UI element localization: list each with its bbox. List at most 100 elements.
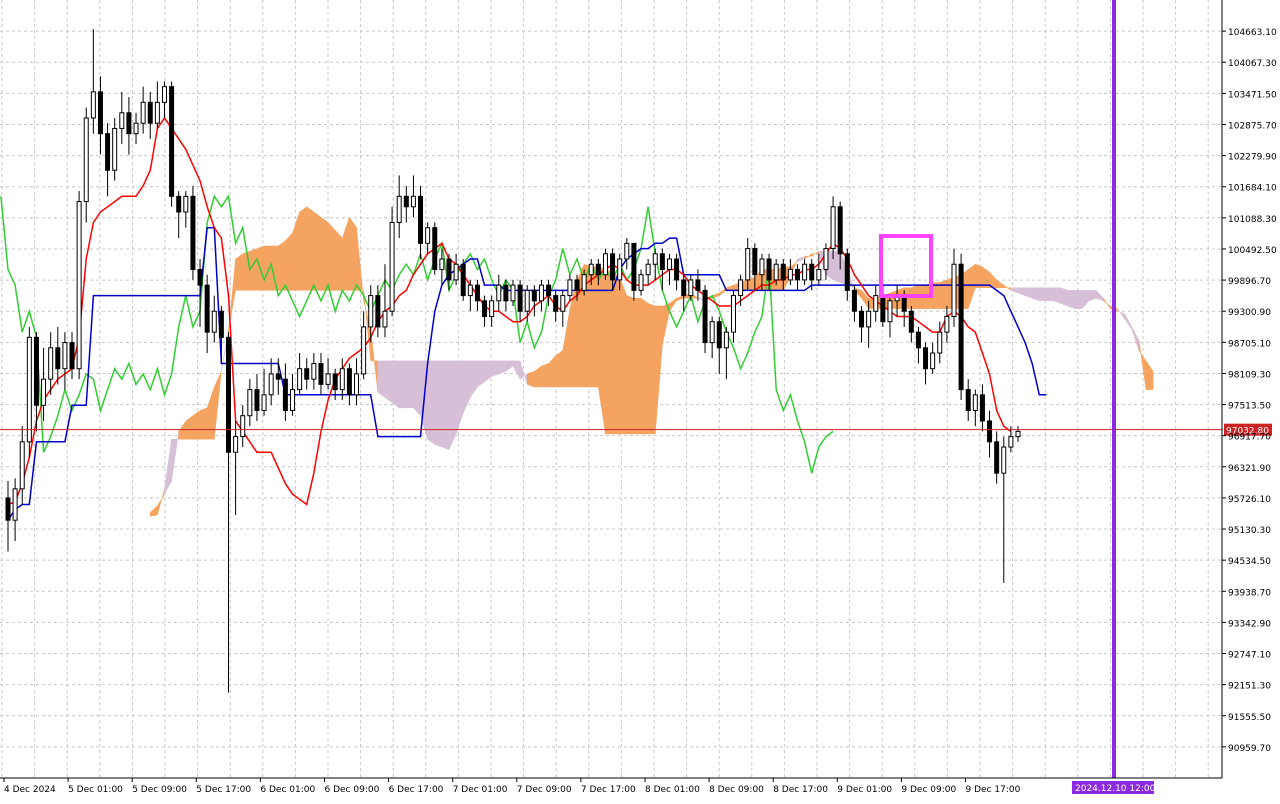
candle-body — [62, 342, 68, 370]
candle-body — [112, 127, 118, 171]
candle-body — [503, 284, 509, 302]
candle-body — [524, 289, 530, 312]
cloud-segment — [633, 297, 642, 435]
cloud-segment — [427, 360, 436, 445]
y-tick-label: 99896.70 — [1228, 277, 1271, 287]
y-tick-label: 93938.70 — [1228, 588, 1271, 598]
candle-body — [325, 373, 331, 385]
candle-body — [773, 263, 779, 281]
candle-body — [460, 263, 466, 297]
candle-body — [48, 347, 54, 380]
candle — [702, 285, 708, 354]
candle-body — [930, 352, 936, 370]
candle-body — [474, 284, 480, 302]
candle-body — [738, 279, 744, 297]
candle-body — [97, 91, 103, 135]
candle-body — [923, 347, 929, 370]
candle-body — [994, 441, 1000, 474]
y-tick-label: 99300.90 — [1228, 308, 1271, 318]
candle-body — [908, 310, 914, 333]
candle — [190, 185, 196, 280]
candle-body — [361, 326, 367, 375]
candle-body — [951, 263, 957, 317]
y-tick-label: 101684.10 — [1228, 184, 1277, 194]
candle-body — [538, 284, 544, 302]
cloud-segment — [526, 370, 535, 388]
candle-body — [937, 331, 943, 354]
candle-body — [965, 389, 971, 411]
candle-body — [567, 279, 573, 297]
cloud-segment — [242, 250, 251, 291]
cloud-segment — [285, 232, 293, 291]
cloud-segment — [541, 363, 549, 388]
candle-body — [55, 347, 61, 370]
y-tick-label: 98109.30 — [1228, 370, 1271, 380]
candle-body — [247, 389, 253, 417]
candle-body — [375, 295, 381, 328]
candle — [26, 326, 32, 458]
candle-body — [154, 101, 160, 124]
x-tick-label: 5 Dec 01:00 — [68, 785, 123, 795]
candle-body — [425, 227, 431, 244]
y-tick-label: 92151.30 — [1228, 682, 1271, 692]
candle — [432, 222, 438, 275]
price-chart[interactable]: 97032.802024.12.10 12:00 104663.10104067… — [0, 0, 1280, 800]
candle-body — [987, 420, 993, 443]
cloud-segment — [391, 360, 400, 409]
candle-body — [268, 373, 274, 396]
candle-body — [851, 289, 857, 312]
cloud-segment — [1060, 287, 1069, 307]
candle-body — [140, 101, 146, 124]
x-tick-label: 9 Dec 01:00 — [837, 785, 892, 795]
x-tick-label: 8 Dec 09:00 — [709, 785, 764, 795]
chart-container[interactable]: 97032.80 2024.12.10 12:00 104663.10 104067… — [0, 0, 1280, 800]
x-tick-label: 9 Dec 09:00 — [901, 785, 956, 795]
candle-body — [346, 368, 352, 396]
cloud-segment — [619, 277, 628, 435]
cloud-segment — [612, 271, 620, 435]
candle-body — [638, 274, 644, 291]
y-tick-label: 101088.30 — [1228, 215, 1277, 225]
y-tick-label: 92747.10 — [1228, 651, 1271, 661]
candle-body — [403, 195, 409, 208]
cloud-segment — [626, 295, 635, 435]
candle-body — [105, 133, 111, 171]
cloud-segment — [413, 360, 421, 417]
candle-body — [261, 394, 267, 411]
x-tick-label: 6 Dec 09:00 — [325, 785, 380, 795]
candle — [169, 81, 175, 207]
candle-body — [126, 112, 132, 135]
cloud-segment — [448, 360, 457, 450]
candle-body — [432, 227, 438, 270]
candle-body — [531, 289, 537, 302]
candle — [389, 206, 395, 317]
candle-body — [944, 315, 950, 333]
cloud-segment — [1067, 290, 1076, 309]
cloud-segment — [334, 229, 343, 291]
candle-body — [759, 258, 765, 276]
candle-body — [282, 378, 288, 411]
candle-body — [354, 373, 360, 396]
cloud-segment — [406, 360, 414, 409]
y-tick-label: 103471.50 — [1228, 90, 1277, 100]
cloud-segment — [1053, 287, 1061, 304]
candle — [958, 253, 964, 401]
cloud-segment — [441, 360, 450, 451]
cloud-segment — [235, 253, 243, 291]
x-tick-label: 5 Dec 17:00 — [196, 785, 251, 795]
future-time-label: 2024.12.10 12:00 — [1075, 784, 1156, 794]
candle-body — [12, 488, 18, 521]
candle-body — [83, 117, 89, 203]
candle-body — [389, 221, 395, 312]
x-tick-label: 7 Dec 17:00 — [581, 785, 636, 795]
candle-body — [496, 284, 502, 302]
candle-body — [418, 195, 424, 244]
candle-body — [26, 336, 32, 443]
candle-body — [41, 378, 47, 406]
candle-body — [161, 86, 167, 103]
candle-body — [446, 258, 452, 281]
cloud-segment — [313, 211, 322, 291]
candle-body — [176, 195, 182, 213]
y-tick-label: 104067.30 — [1228, 59, 1277, 69]
x-tick-label: 8 Dec 01:00 — [645, 785, 700, 795]
